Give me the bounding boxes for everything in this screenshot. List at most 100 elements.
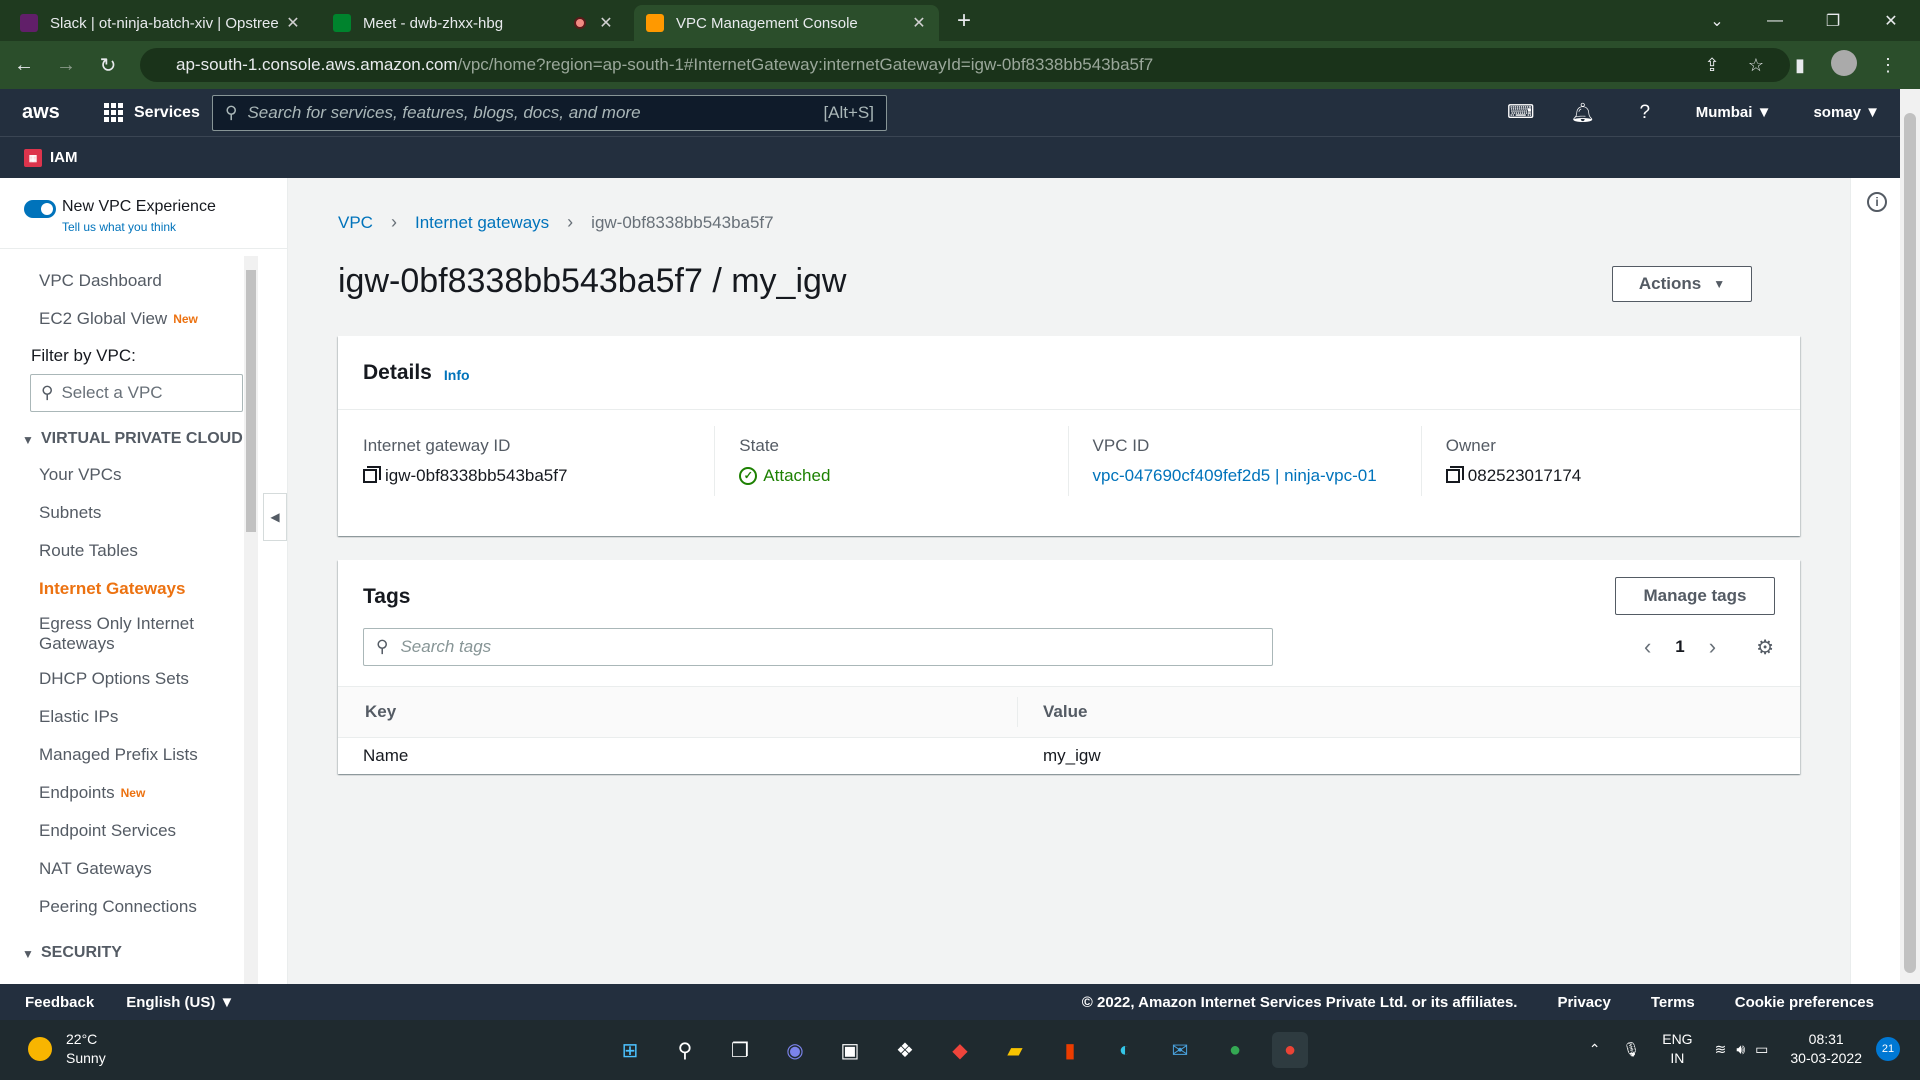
prev-page-icon[interactable]: ‹ [1644, 634, 1651, 660]
sidebar-item-your-vpcs[interactable]: Your VPCs [0, 456, 244, 494]
section-security[interactable]: SECURITY [0, 942, 244, 965]
terms-link[interactable]: Terms [1651, 994, 1695, 1011]
close-icon[interactable]: ✕ [285, 13, 301, 33]
aws-logo[interactable]: aws [22, 101, 82, 124]
manage-tags-button[interactable]: Manage tags [1615, 577, 1775, 615]
forward-button[interactable]: → [48, 54, 84, 77]
anydesk-icon[interactable]: ◆ [942, 1032, 978, 1068]
close-icon[interactable]: ✕ [911, 13, 927, 33]
notification-badge[interactable]: 21 [1876, 1037, 1900, 1061]
info-link[interactable]: Info [444, 367, 470, 383]
details-panel: Details Info Internet gateway ID igw-0bf… [338, 336, 1800, 536]
weather-widget[interactable]: 22°C Sunny [28, 1030, 106, 1068]
sidebar-item-subnets[interactable]: Subnets [0, 494, 244, 532]
section-virtual-private-cloud[interactable]: VIRTUAL PRIVATE CLOUD [0, 428, 244, 451]
account-menu[interactable]: somay ▼ [1813, 104, 1880, 121]
reload-button[interactable]: ↻ [90, 53, 126, 78]
clock[interactable]: 08:31 30-03-2022 [1790, 1030, 1862, 1068]
browser-tab-strip: Slack | ot-ninja-batch-xiv | Opstree ✕ M… [0, 0, 1920, 41]
feedback-button[interactable]: Feedback [25, 994, 94, 1011]
store-icon[interactable]: ▣ [832, 1032, 868, 1068]
bookmark-star-icon[interactable]: ☆ [1734, 55, 1778, 76]
sidebar-item-endpoints[interactable]: Endpoints New [0, 774, 244, 812]
share-icon[interactable]: ⇪ [1690, 55, 1734, 76]
sidebar-item-dhcp-options[interactable]: DHCP Options Sets [0, 660, 244, 698]
actions-button[interactable]: Actions ▼ [1612, 266, 1752, 302]
sidebar-item-peering[interactable]: Peering Connections [0, 888, 244, 926]
microphone-icon[interactable]: 🎙︎ [1622, 1041, 1640, 1058]
language-selector[interactable]: English (US) ▼ [126, 994, 234, 1011]
sidebar-item-ec2-global-view[interactable]: EC2 Global View New [0, 300, 244, 338]
chrome-icon[interactable]: ● [1217, 1032, 1253, 1068]
wifi-icon[interactable]: ≋ [1715, 1041, 1727, 1058]
sidebar-item-vpc-dashboard[interactable]: VPC Dashboard [0, 262, 244, 300]
tab-search-icon[interactable]: ⌄ [1688, 11, 1746, 31]
region-selector[interactable]: Mumbai ▼ [1696, 104, 1772, 121]
profile-avatar[interactable] [1822, 49, 1866, 81]
column-value[interactable]: Value [1018, 702, 1087, 722]
feedback-link[interactable]: Tell us what you think [62, 220, 216, 234]
volume-icon[interactable]: 🔊︎ [1736, 1041, 1745, 1058]
close-window-button[interactable]: ✕ [1862, 11, 1920, 31]
global-search-input[interactable]: ⚲ Search for services, features, blogs, … [212, 95, 887, 131]
sidepanel-icon[interactable]: ▮ [1778, 55, 1822, 76]
cloudshell-icon[interactable]: ⌨ [1490, 101, 1552, 124]
search-icon[interactable]: ⚲ [667, 1032, 703, 1068]
cookie-preferences-link[interactable]: Cookie preferences [1735, 994, 1874, 1011]
tags-search-input[interactable]: ⚲ Search tags [363, 628, 1273, 666]
address-bar[interactable]: ap-south-1.console.aws.amazon.com/vpc/ho… [140, 48, 1790, 82]
sidebar-item-route-tables[interactable]: Route Tables [0, 532, 244, 570]
chat-icon[interactable]: ◉ [777, 1032, 813, 1068]
vpc-link[interactable]: vpc-047690cf409fef2d5 | ninja-vpc-01 [1093, 466, 1401, 486]
edge-icon[interactable]: ◐ [1107, 1032, 1143, 1068]
copy-icon[interactable] [1445, 466, 1464, 483]
sidebar-scrollbar[interactable] [244, 256, 258, 984]
chrome-profile-icon[interactable]: ● [1272, 1032, 1308, 1068]
breadcrumb-internet-gateways[interactable]: Internet gateways [415, 213, 549, 233]
input-language[interactable]: ENG IN [1662, 1030, 1692, 1068]
next-page-icon[interactable]: › [1709, 634, 1716, 660]
info-icon[interactable]: i [1867, 192, 1887, 212]
privacy-link[interactable]: Privacy [1557, 994, 1610, 1011]
page-number[interactable]: 1 [1675, 637, 1684, 657]
sidebar-item-nat-gateways[interactable]: NAT Gateways [0, 850, 244, 888]
back-button[interactable]: ← [6, 54, 42, 77]
breadcrumb: VPC › Internet gateways › igw-0bf8338bb5… [338, 212, 774, 233]
services-menu[interactable]: Services [104, 102, 200, 123]
restore-button[interactable]: ❐ [1804, 11, 1862, 31]
close-icon[interactable]: ✕ [598, 13, 614, 33]
help-icon[interactable]: ? [1614, 102, 1676, 124]
browser-tab-vpc[interactable]: VPC Management Console ✕ [634, 5, 939, 41]
start-icon[interactable]: ⊞ [612, 1032, 648, 1068]
mail-icon[interactable]: ✉ [1162, 1032, 1198, 1068]
favorite-iam[interactable]: IAM [50, 149, 78, 166]
new-experience-toggle[interactable] [24, 200, 56, 218]
sidebar-item-internet-gateways[interactable]: Internet Gateways [0, 570, 244, 608]
bell-icon[interactable]: 🔔︎ [1552, 101, 1614, 125]
sidebar-item-endpoint-services[interactable]: Endpoint Services [0, 812, 244, 850]
chevron-up-icon[interactable]: ⌃ [1589, 1041, 1601, 1058]
new-tab-button[interactable]: + [957, 7, 971, 35]
gear-icon[interactable]: ⚙ [1756, 635, 1774, 660]
scroll-thumb[interactable] [1904, 113, 1916, 973]
file-explorer-icon[interactable]: ▰ [997, 1032, 1033, 1068]
sidebar-item-egress-only-gateways[interactable]: Egress Only Internet Gateways [0, 608, 244, 660]
minimize-button[interactable]: — [1746, 12, 1804, 30]
vpc-filter-select[interactable]: ⚲ Select a VPC [30, 374, 243, 412]
browser-tab-slack[interactable]: Slack | ot-ninja-batch-xiv | Opstree ✕ [8, 5, 313, 41]
dropbox-icon[interactable]: ❖ [887, 1032, 923, 1068]
scroll-thumb[interactable] [246, 270, 256, 532]
column-key[interactable]: Key [338, 697, 1018, 727]
copy-icon[interactable] [363, 466, 381, 483]
browser-tab-meet[interactable]: Meet - dwb-zhxx-hbg ✕ [321, 5, 626, 41]
sidebar-item-prefix-lists[interactable]: Managed Prefix Lists [0, 736, 244, 774]
task-view-icon[interactable]: ❐ [722, 1032, 758, 1068]
breadcrumb-vpc[interactable]: VPC [338, 213, 373, 233]
collapse-sidebar-button[interactable]: ◀ [263, 493, 287, 541]
office-icon[interactable]: ▮ [1052, 1032, 1088, 1068]
menu-icon[interactable]: ⋮ [1866, 55, 1910, 76]
battery-icon[interactable]: ▭ [1755, 1041, 1768, 1058]
sidebar-item-elastic-ips[interactable]: Elastic IPs [0, 698, 244, 736]
page-scrollbar[interactable] [1900, 89, 1920, 984]
weather-condition: Sunny [66, 1050, 106, 1066]
